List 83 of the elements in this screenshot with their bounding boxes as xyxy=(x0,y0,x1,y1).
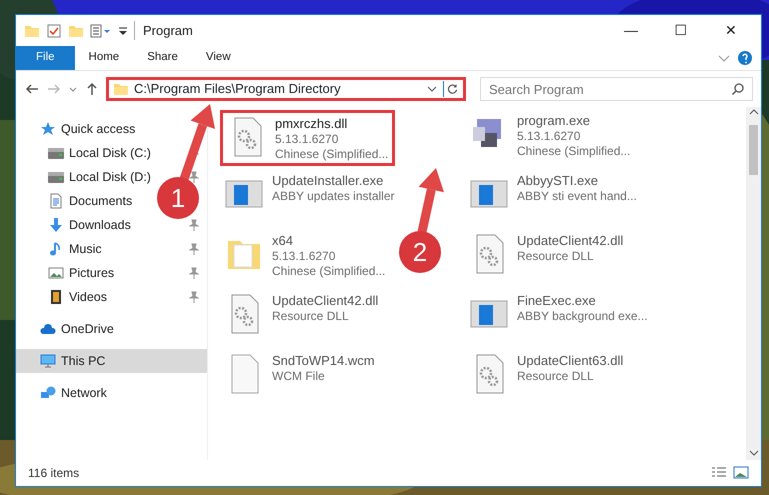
file-detail: Chinese (Simplified... xyxy=(517,144,630,159)
scrollbar-thumb[interactable] xyxy=(749,125,758,175)
file-item[interactable]: program.exe 5.13.1.6270 Chinese (Simplified... xyxy=(465,110,634,166)
minimize-button[interactable]: — xyxy=(609,20,653,41)
checklist-icon[interactable] xyxy=(46,22,62,38)
monitor-icon xyxy=(40,353,56,369)
disk-drive-icon xyxy=(48,169,64,185)
maximize-button[interactable]: ☐ xyxy=(659,20,703,41)
file-detail: 5.13.1.6270 xyxy=(275,132,340,147)
file-name: UpdateInstaller.exe xyxy=(272,173,384,189)
file-item[interactable]: UpdateClient63.dll Resource DLL xyxy=(465,350,628,406)
file-detail: Resource DLL xyxy=(517,369,595,384)
refresh-icon[interactable] xyxy=(443,81,459,97)
file-name: pmxrczhs.dll xyxy=(275,116,348,132)
ribbon-tab[interactable]: Share xyxy=(133,46,192,70)
pin-icon[interactable] xyxy=(189,291,199,303)
sidebar-item[interactable]: Music xyxy=(16,237,106,261)
sidebar-item[interactable]: Downloads xyxy=(16,213,135,237)
file-item[interactable]: FineExec.exe ABBY background exe... xyxy=(465,290,652,346)
file-item[interactable]: x64 5.13.1.6270 Chinese (Simplified... xyxy=(220,230,390,286)
item-count: 116 items xyxy=(28,465,80,482)
download-icon xyxy=(48,217,64,233)
file-name: FineExec.exe xyxy=(517,293,597,309)
pin-icon[interactable] xyxy=(189,171,199,183)
pin-icon[interactable] xyxy=(189,219,199,231)
document-icon xyxy=(48,193,64,209)
ribbon-tab[interactable]: File xyxy=(16,46,75,70)
disk-drive-icon xyxy=(48,145,64,161)
file-name: UpdateClient63.dll xyxy=(517,353,624,369)
file-detail: Chinese (Simplified... xyxy=(275,147,388,162)
window-title: Program xyxy=(134,20,193,40)
address-field[interactable]: C:\Program Files\Program Directory xyxy=(106,77,466,101)
scroll-up-icon[interactable] xyxy=(748,107,758,117)
file-name: SndToWP14.wcm xyxy=(272,353,375,369)
file-detail: Chinese (Simplified... xyxy=(272,264,386,279)
number-badge xyxy=(157,177,199,219)
file-detail: ABBY background exe... xyxy=(517,309,648,324)
file-name: program.exe xyxy=(517,113,591,129)
file-item[interactable]: AbbyySTI.exe ABBY sti event hand... xyxy=(465,170,641,226)
properties-icon[interactable] xyxy=(90,22,112,38)
number-badge xyxy=(399,231,441,273)
search-field[interactable]: Search Program xyxy=(480,77,753,101)
annotation-arrow xyxy=(418,168,444,233)
folder-icon xyxy=(113,81,129,97)
sidebar-item[interactable]: Local Disk (C:) xyxy=(16,141,155,165)
file-item[interactable]: UpdateInstaller.exe ABBY updates installer xyxy=(220,170,399,226)
file-name: UpdateClient42.dll xyxy=(272,293,378,309)
network-icon xyxy=(40,385,56,401)
close-button[interactable]: ✕ xyxy=(709,20,753,41)
file-detail: 5.13.1.6270 xyxy=(517,129,582,144)
file-item[interactable]: pmxrczhs.dll 5.13.1.6270 Chinese (Simplified... xyxy=(220,110,396,166)
pin-icon[interactable] xyxy=(189,243,199,255)
file-detail: 5.13.1.6270 xyxy=(272,249,336,264)
file-detail: Resource DLL xyxy=(272,309,350,324)
film-icon xyxy=(48,289,64,305)
cloud-icon xyxy=(40,321,56,337)
file-name: UpdateClient42.dll xyxy=(517,233,624,249)
file-detail: ABBY updates installer xyxy=(272,189,395,204)
pictures-icon xyxy=(48,265,64,281)
file-item[interactable]: SndToWP14.wcm WCM File xyxy=(220,350,379,406)
file-detail: ABBY sti event hand... xyxy=(517,189,637,204)
step-number: 1 xyxy=(170,183,186,213)
sidebar-item[interactable]: Quick access xyxy=(16,117,140,141)
sidebar-item[interactable]: Documents xyxy=(16,189,136,213)
large-icons-view-icon[interactable] xyxy=(733,466,749,480)
file-detail: WCM File xyxy=(272,369,326,384)
sidebar-item[interactable]: Videos xyxy=(16,285,111,309)
file-name: AbbyySTI.exe xyxy=(517,173,599,189)
sidebar-item[interactable]: OneDrive xyxy=(16,317,118,341)
file-item[interactable]: UpdateClient42.dll Resource DLL xyxy=(465,230,628,286)
pin-icon[interactable] xyxy=(189,267,199,279)
file-name: x64 xyxy=(272,233,294,249)
ribbon-tab[interactable]: View xyxy=(192,46,245,70)
sidebar-item[interactable]: This PC xyxy=(16,349,207,373)
ribbon-tab[interactable]: Home xyxy=(74,46,134,70)
star-icon xyxy=(40,121,56,137)
sidebar-item[interactable]: Pictures xyxy=(16,261,118,285)
sidebar-item[interactable]: Network xyxy=(16,381,111,405)
sidebar-item[interactable]: Local Disk (D:) xyxy=(16,165,155,189)
file-item[interactable]: UpdateClient42.dll Resource DLL xyxy=(220,290,382,346)
file-detail: Resource DLL xyxy=(517,249,595,264)
search-icon[interactable] xyxy=(731,82,745,96)
step-number: 2 xyxy=(412,237,428,267)
